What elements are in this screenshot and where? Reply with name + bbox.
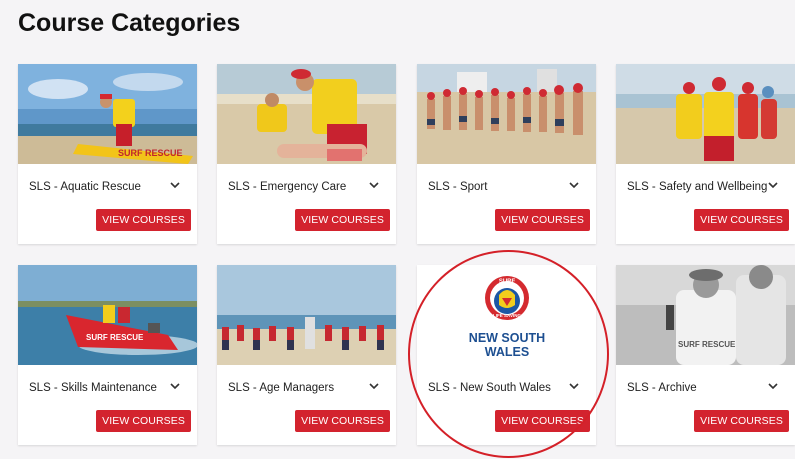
page-title: Course Categories — [18, 9, 241, 37]
category-card-emergency-care[interactable]: SLS - Emergency Care VIEW COURSES — [217, 64, 396, 244]
svg-text:SURF: SURF — [499, 279, 516, 285]
category-label: SLS - Archive — [627, 382, 697, 394]
nsw-logo: SURF LIFE SAVING NEW SOUTH WALES — [417, 265, 596, 365]
view-courses-button[interactable]: VIEW COURSES — [295, 410, 390, 432]
view-courses-button[interactable]: VIEW COURSES — [495, 209, 590, 231]
svg-text:SURF RESCUE: SURF RESCUE — [678, 340, 736, 349]
chevron-down-icon[interactable] — [368, 380, 380, 392]
chevron-down-icon[interactable] — [767, 179, 779, 191]
svg-text:NEW SOUTH: NEW SOUTH — [469, 331, 545, 345]
chevron-down-icon[interactable] — [169, 179, 181, 191]
view-courses-button[interactable]: VIEW COURSES — [96, 209, 191, 231]
chevron-down-icon[interactable] — [169, 380, 181, 392]
category-card-new-south-wales[interactable]: SURF LIFE SAVING NEW SOUTH WALES SLS - N… — [417, 265, 596, 445]
aquatic-rescue-photo: SURF RESCUE — [18, 64, 197, 164]
safety-wellbeing-photo — [616, 64, 795, 164]
category-card-sport[interactable]: SLS - Sport VIEW COURSES — [417, 64, 596, 244]
svg-text:LIFE SAVING: LIFE SAVING — [493, 313, 521, 318]
category-card-age-managers[interactable]: SLS - Age Managers VIEW COURSES — [217, 265, 396, 445]
view-courses-button[interactable]: VIEW COURSES — [694, 209, 789, 231]
chevron-down-icon[interactable] — [767, 380, 779, 392]
category-label: SLS - Safety and Wellbeing — [627, 181, 768, 193]
category-label: SLS - Skills Maintenance — [29, 382, 157, 394]
category-label: SLS - Age Managers — [228, 382, 335, 394]
chevron-down-icon[interactable] — [368, 179, 380, 191]
category-label: SLS - New South Wales — [428, 382, 551, 394]
category-card-skills-maintenance[interactable]: SURF RESCUE SLS - Skills Maintenance VIE… — [18, 265, 197, 445]
view-courses-button[interactable]: VIEW COURSES — [96, 410, 191, 432]
category-label: SLS - Aquatic Rescue — [29, 181, 141, 193]
view-courses-button[interactable]: VIEW COURSES — [495, 410, 590, 432]
category-label: SLS - Emergency Care — [228, 181, 347, 193]
view-courses-button[interactable]: VIEW COURSES — [694, 410, 789, 432]
sport-photo — [417, 64, 596, 164]
chevron-down-icon[interactable] — [568, 380, 580, 392]
svg-text:WALES: WALES — [485, 345, 529, 359]
svg-text:SURF RESCUE: SURF RESCUE — [86, 333, 144, 342]
category-card-archive[interactable]: SURF RESCUE SLS - Archive VIEW COURSES — [616, 265, 795, 445]
archive-photo: SURF RESCUE — [616, 265, 795, 365]
category-label: SLS - Sport — [428, 181, 488, 193]
chevron-down-icon[interactable] — [568, 179, 580, 191]
emergency-care-photo — [217, 64, 396, 164]
category-card-aquatic-rescue[interactable]: SURF RESCUE SLS - Aquatic Rescue VIEW CO… — [18, 64, 197, 244]
skills-maintenance-photo: SURF RESCUE — [18, 265, 197, 365]
view-courses-button[interactable]: VIEW COURSES — [295, 209, 390, 231]
age-managers-photo — [217, 265, 396, 365]
svg-text:SURF RESCUE: SURF RESCUE — [118, 148, 183, 158]
category-card-safety-wellbeing[interactable]: SLS - Safety and Wellbeing VIEW COURSES — [616, 64, 795, 244]
